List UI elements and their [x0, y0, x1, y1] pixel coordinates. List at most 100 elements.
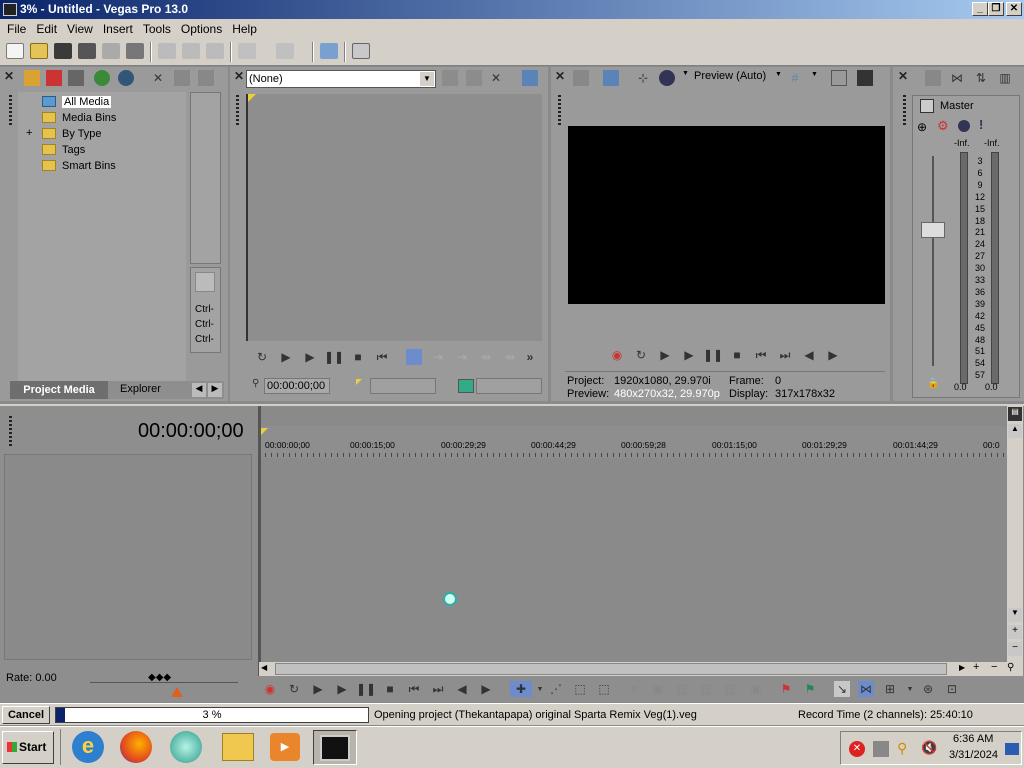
properties-icon[interactable]	[126, 43, 144, 59]
chevron-down-icon[interactable]: ▼	[811, 71, 818, 78]
scroll-up-icon[interactable]: ▲	[1008, 424, 1022, 438]
import-media-icon[interactable]	[24, 70, 40, 86]
copy-snapshot-icon[interactable]	[831, 70, 847, 86]
split-icon[interactable]: ▥	[722, 681, 738, 697]
split-screen-icon[interactable]: ⊹	[635, 70, 651, 86]
chevron-down-icon[interactable]: ▼	[775, 71, 782, 78]
previous-frame-icon[interactable]: ◀	[801, 347, 817, 363]
save-as-icon[interactable]	[78, 43, 96, 59]
menu-edit[interactable]: Edit	[31, 22, 62, 36]
menu-file[interactable]: File	[2, 22, 31, 36]
envelope-tool-icon[interactable]: ⋰	[548, 681, 564, 697]
expand-icon[interactable]: +	[26, 127, 32, 139]
zoom-out-icon[interactable]: −	[991, 661, 997, 673]
go-to-end-icon[interactable]: ⏭	[777, 347, 793, 363]
tree-item-all-media[interactable]: All Media	[42, 94, 112, 109]
record-icon[interactable]: ◉	[609, 347, 625, 363]
preview-quality[interactable]: Preview (Auto)	[694, 70, 766, 82]
search-media-icon[interactable]	[118, 70, 134, 86]
panel-grip[interactable]	[903, 95, 906, 125]
menu-help[interactable]: Help	[227, 22, 262, 36]
play-icon[interactable]: ▶	[302, 349, 318, 365]
bus-fx-icon[interactable]: ⊕	[917, 120, 927, 134]
next-frame-icon[interactable]: ▶	[478, 681, 494, 697]
record-icon[interactable]: ◉	[262, 681, 278, 697]
redo-icon[interactable]	[276, 43, 294, 59]
play-icon[interactable]: ▶	[334, 681, 350, 697]
go-to-start-icon[interactable]: ⏮	[374, 349, 390, 365]
track-list-icon[interactable]: ▤	[1008, 407, 1022, 421]
volume-muted-icon[interactable]: 🔇	[921, 740, 937, 756]
panel-close-icon[interactable]: ✕	[234, 69, 244, 83]
scroll-right-icon[interactable]: ▶	[959, 663, 965, 672]
stop-icon[interactable]: ■	[382, 681, 398, 697]
panel-close-icon[interactable]: ✕	[898, 69, 908, 83]
tree-item-media-bins[interactable]: Media Bins	[42, 110, 116, 125]
go-to-start-icon[interactable]: ⏮	[406, 681, 422, 697]
tree-item-smart-bins[interactable]: Smart Bins	[42, 158, 116, 173]
lock-envelopes-icon[interactable]: ⊛	[920, 681, 936, 697]
video-fx-icon[interactable]	[659, 70, 675, 86]
restore-button[interactable]: ❐	[988, 2, 1004, 16]
chevron-down-icon[interactable]: ▼	[902, 681, 918, 697]
zoom-tool-icon[interactable]: ⚲	[1007, 662, 1014, 673]
add-to-timeline-icon[interactable]: ⇹	[478, 349, 494, 365]
lock-icon[interactable]: 🔒	[927, 378, 939, 389]
solo-icon[interactable]: !	[979, 117, 983, 132]
panel-grip[interactable]	[558, 95, 561, 125]
auto-ripple-icon[interactable]: ↘	[834, 681, 850, 697]
monitor-icon[interactable]	[522, 70, 538, 86]
menu-insert[interactable]: Insert	[98, 22, 138, 36]
delete-icon[interactable]: ✕	[626, 681, 642, 697]
go-to-end-icon[interactable]: ⏭	[430, 681, 446, 697]
pause-icon[interactable]: ❚❚	[703, 347, 723, 363]
add-to-timeline-icon[interactable]: ⇥	[454, 349, 470, 365]
snapping-icon[interactable]: ⊞	[882, 681, 898, 697]
trim-end-icon[interactable]: ▥	[698, 681, 714, 697]
panel-close-icon[interactable]: ✕	[555, 69, 565, 83]
horizontal-scroll-thumb[interactable]	[275, 663, 947, 675]
play-from-start-icon[interactable]: ▶	[657, 347, 673, 363]
trimmer-dropdown[interactable]: (None) ▼	[246, 70, 436, 88]
next-frame-icon[interactable]: ▶	[825, 347, 841, 363]
add-to-timeline-icon[interactable]: ⇹	[502, 349, 518, 365]
firefox-icon[interactable]	[120, 731, 152, 763]
out-point-field[interactable]	[476, 378, 542, 394]
internet-explorer-icon[interactable]: e	[72, 731, 104, 763]
settings-gear-icon[interactable]: ⚙	[937, 118, 949, 134]
rate-slider-handle[interactable]: ◆◆◆	[148, 672, 171, 683]
play-icon[interactable]: ▶	[681, 347, 697, 363]
in-point-field[interactable]	[370, 378, 436, 394]
enable-snapping-icon[interactable]	[320, 43, 338, 59]
get-media-icon[interactable]	[68, 70, 84, 86]
insert-region-icon[interactable]: ⚑	[802, 681, 818, 697]
stop-icon[interactable]: ■	[729, 347, 745, 363]
save-snapshot-icon[interactable]	[857, 70, 873, 86]
pause-icon[interactable]: ❚❚	[324, 349, 344, 365]
play-from-start-icon[interactable]: ▶	[278, 349, 294, 365]
downmix-icon[interactable]: ⋈	[949, 70, 965, 86]
new-file-icon[interactable]	[6, 43, 24, 59]
undo-icon[interactable]	[238, 43, 256, 59]
horizontal-scrollbar[interactable]: ◀ ▶ + − ⚲	[259, 661, 1023, 676]
show-desktop-icon[interactable]	[1005, 743, 1019, 755]
minimize-button[interactable]: _	[972, 2, 988, 16]
chevron-down-icon[interactable]: ▼	[682, 70, 689, 77]
chevron-down-icon[interactable]: ▼	[532, 681, 548, 697]
vegas-pro-task[interactable]	[313, 730, 357, 765]
media-player-icon[interactable]: ▶	[270, 733, 300, 761]
trimmer-tool-icon[interactable]	[442, 70, 458, 86]
media-fx-icon[interactable]	[94, 70, 110, 86]
zoom-in-icon[interactable]: +	[973, 661, 979, 673]
insert-marker-icon[interactable]: ⚑	[778, 681, 794, 697]
chevron-down-icon[interactable]: ▼	[420, 72, 434, 86]
add-to-timeline-icon[interactable]: ⇥	[430, 349, 446, 365]
views-icon[interactable]	[198, 70, 214, 86]
overlays-icon[interactable]: #	[787, 70, 803, 86]
preview-properties-icon[interactable]	[573, 70, 589, 86]
trim-start-icon[interactable]: ▥	[674, 681, 690, 697]
more-icon[interactable]: »	[522, 349, 538, 365]
tab-scroll-right[interactable]: ▶	[208, 383, 222, 397]
start-button[interactable]: Start	[2, 731, 54, 764]
play-from-start-icon[interactable]: ▶	[310, 681, 326, 697]
